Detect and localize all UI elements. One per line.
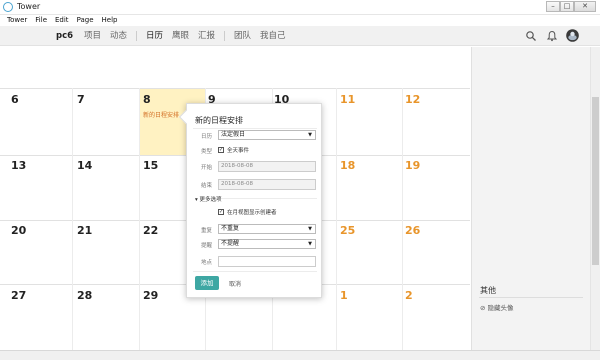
add-button[interactable]: 添加 [195,276,219,290]
day-number: 6 [11,93,19,106]
show-creator-checkbox[interactable]: ✓ [218,209,224,215]
day-number-weekend: 19 [405,159,421,172]
day-number-weekend: 1 [340,289,348,302]
nav-divider [136,31,137,41]
caret-down-icon: ▼ [308,132,312,138]
start-date-input[interactable]: 2018-08-08 [218,161,316,172]
day-number: 21 [77,224,93,237]
allday-label: 全天事件 [227,148,250,154]
start-label: 开始 [201,165,213,171]
day-number: 7 [77,93,85,106]
caret-down-icon: ▼ [308,241,312,247]
dialog-divider [207,198,317,199]
end-label: 结束 [201,183,213,189]
menu-bar: Tower File Edit Page Help [0,15,600,26]
remind-select[interactable]: 不提醒 ▼ [218,239,316,249]
menu-item-file[interactable]: File [35,15,47,26]
window-controls: – □ ✕ [546,1,596,13]
nav-team[interactable]: 团队 [234,26,251,46]
day-number-weekend: 2 [405,289,413,302]
day-number-weekend: 26 [405,224,421,237]
day-number: 29 [143,289,159,302]
day-number-weekend: 12 [405,93,421,106]
maximize-button[interactable]: □ [560,1,574,12]
menu-item-help[interactable]: Help [102,15,118,26]
no-entry-icon: ⊘ [480,304,486,312]
remind-select-value: 不提醒 [221,240,240,247]
day-number: 15 [143,159,159,172]
remind-label: 提醒 [201,243,213,249]
day-number-weekend: 18 [340,159,356,172]
nav-divider [224,31,225,41]
cancel-button[interactable]: 取消 [229,279,241,288]
hide-avatar-link[interactable]: ⊘ 隐藏头像 [480,302,514,312]
caret-down-icon: ▼ [308,226,312,232]
dialog-divider [193,271,317,272]
avatar[interactable] [566,29,579,42]
bell-icon[interactable] [546,30,558,42]
scrollbar-thumb[interactable] [592,97,599,265]
menu-item-tower[interactable]: Tower [7,15,27,26]
day-number: 20 [11,224,27,237]
calendar-select[interactable]: 法定假日 ▼ [218,130,316,140]
status-bar [0,350,600,360]
menu-item-edit[interactable]: Edit [55,15,69,26]
day-number-weekend: 11 [340,93,356,106]
day-number-weekend: 25 [340,224,356,237]
close-button[interactable]: ✕ [574,1,596,12]
nav-eagle-eye[interactable]: 鹰眼 [172,26,189,46]
show-creator-label: 在月视图显示创建者 [227,210,277,216]
grid-line [0,88,470,89]
hide-avatar-label: 隐藏头像 [487,304,514,312]
new-event-dialog: 新的日程安排 日历 法定假日 ▼ 类型 ✓ 全天事件 开始 2018-08-08… [178,103,322,298]
allday-checkbox[interactable]: ✓ [218,147,224,153]
nav-reports[interactable]: 汇报 [198,26,215,46]
nav-myself[interactable]: 我自己 [260,26,286,46]
day-number: 13 [11,159,27,172]
more-options-toggle[interactable]: ▾ 更多选项 [195,195,222,203]
grid-line [336,88,337,350]
dialog-title: 新的日程安排 [195,116,243,125]
calendar-event[interactable]: 新的日程安排 [143,110,179,119]
sidebar-title: 其他 [480,286,496,295]
grid-line [402,88,403,350]
sidebar-divider [479,297,583,298]
menu-item-page[interactable]: Page [77,15,94,26]
day-number: 8 [143,93,151,106]
day-number: 28 [77,289,93,302]
end-date-input[interactable]: 2018-08-08 [218,179,316,190]
day-number: 27 [11,289,27,302]
calendar-select-value: 法定假日 [221,131,246,138]
repeat-select[interactable]: 不重复 ▼ [218,224,316,234]
calendar-label: 日历 [201,134,213,140]
vertical-scrollbar[interactable] [590,47,600,350]
window-title: Tower [17,2,41,11]
location-label: 地点 [201,260,213,266]
nav-activity[interactable]: 动态 [110,26,127,46]
type-label: 类型 [201,149,213,155]
nav-projects[interactable]: 项目 [84,26,101,46]
project-name[interactable]: pc6 [56,26,73,46]
day-number: 14 [77,159,93,172]
grid-line [139,88,140,350]
repeat-label: 重复 [201,228,213,234]
repeat-select-value: 不重复 [221,225,240,232]
day-number: 22 [143,224,159,237]
dialog-divider [193,128,317,129]
minimize-button[interactable]: – [546,1,560,12]
nav-calendar[interactable]: 日历 [146,26,163,46]
location-input[interactable] [218,256,316,267]
top-nav: pc6 项目 动态 日历 鹰眼 汇报 团队 我自己 [0,26,600,46]
tower-logo-icon [3,2,13,12]
search-icon[interactable] [525,30,537,42]
grid-line [72,88,73,350]
title-bar: Tower – □ ✕ [0,0,600,15]
